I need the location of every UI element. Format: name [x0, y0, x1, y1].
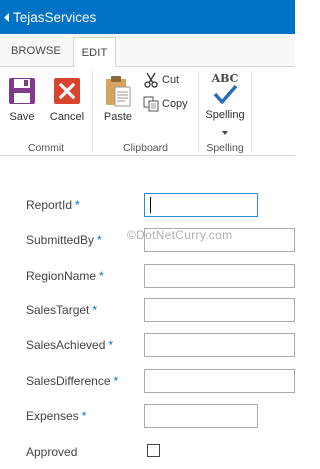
spelling-group-label: Spelling [206, 142, 244, 154]
field-label: Approved [26, 445, 78, 459]
back-arrow-icon[interactable] [2, 0, 12, 34]
cancel-icon [51, 75, 83, 107]
field-label: SubmittedBy * [26, 233, 102, 247]
field-label: SalesAchieved * [26, 338, 114, 352]
commit-group-label: Commit [27, 142, 65, 154]
ribbon: Save Cancel Commit Paste Cut Copy Clipbo… [0, 67, 295, 156]
form-row-salestarget: SalesTarget * [0, 298, 295, 324]
paste-label: Paste [103, 111, 133, 123]
spelling-check-icon: ABC [209, 73, 241, 107]
form-row-expenses: Expenses * [0, 404, 295, 430]
ribbon-separator [251, 71, 252, 152]
cut-button[interactable]: Cut [143, 72, 179, 88]
form-row-reportid: ReportId * [0, 193, 295, 219]
spelling-label: Spelling [205, 109, 245, 121]
cut-label: Cut [162, 74, 180, 86]
form-row-regionname: RegionName * [0, 264, 295, 290]
spelling-button[interactable]: ABC Spelling [203, 73, 247, 138]
copy-label: Copy [162, 98, 188, 110]
cancel-button[interactable]: Cancel [46, 75, 88, 123]
regionname-input[interactable] [144, 264, 295, 288]
scissors-icon [143, 72, 159, 88]
tab-edit[interactable]: EDIT [73, 37, 116, 68]
save-button[interactable]: Save [1, 75, 43, 123]
watermark: ©DotNetCurry.com [127, 228, 233, 242]
copy-button[interactable]: Copy [143, 96, 188, 112]
ribbon-tabs: BROWSE EDIT [0, 34, 295, 68]
chevron-down-icon [222, 124, 228, 138]
copy-icon [143, 96, 159, 112]
save-label: Save [9, 111, 35, 123]
form-row-salesachieved: SalesAchieved * [0, 333, 295, 359]
field-label: ReportId * [26, 198, 80, 212]
field-label: SalesTarget * [26, 303, 98, 317]
spelling-group: ABC Spelling Spelling [199, 67, 251, 156]
paste-button[interactable]: Paste [97, 75, 139, 123]
reportid-input[interactable] [144, 193, 258, 217]
text-cursor [150, 197, 151, 213]
form-row-approved: Approved [0, 440, 295, 466]
field-label: Expenses * [26, 409, 87, 423]
site-title[interactable]: TejasServices [13, 10, 96, 25]
salesachieved-input[interactable] [144, 333, 295, 357]
item-form: ReportId * SubmittedBy * RegionName * Sales… [0, 157, 295, 469]
approved-checkbox[interactable] [147, 444, 160, 457]
abc-text: ABC [211, 72, 239, 85]
field-label: SalesDifference * [26, 374, 119, 388]
clipboard-group: Paste Cut Copy Clipboard [93, 67, 198, 156]
tab-browse[interactable]: BROWSE [6, 34, 66, 67]
cancel-label: Cancel [49, 111, 85, 123]
commit-group: Save Cancel Commit [0, 67, 92, 156]
save-icon [6, 75, 38, 107]
field-label: RegionName * [26, 269, 104, 283]
form-row-salesdifference: SalesDifference * [0, 369, 295, 395]
paste-icon [102, 75, 134, 107]
clipboard-group-label: Clipboard [123, 142, 168, 154]
title-bar: TejasServices [0, 0, 295, 34]
expenses-input[interactable] [144, 404, 258, 428]
salesdifference-input[interactable] [144, 369, 295, 393]
salestarget-input[interactable] [144, 298, 295, 322]
